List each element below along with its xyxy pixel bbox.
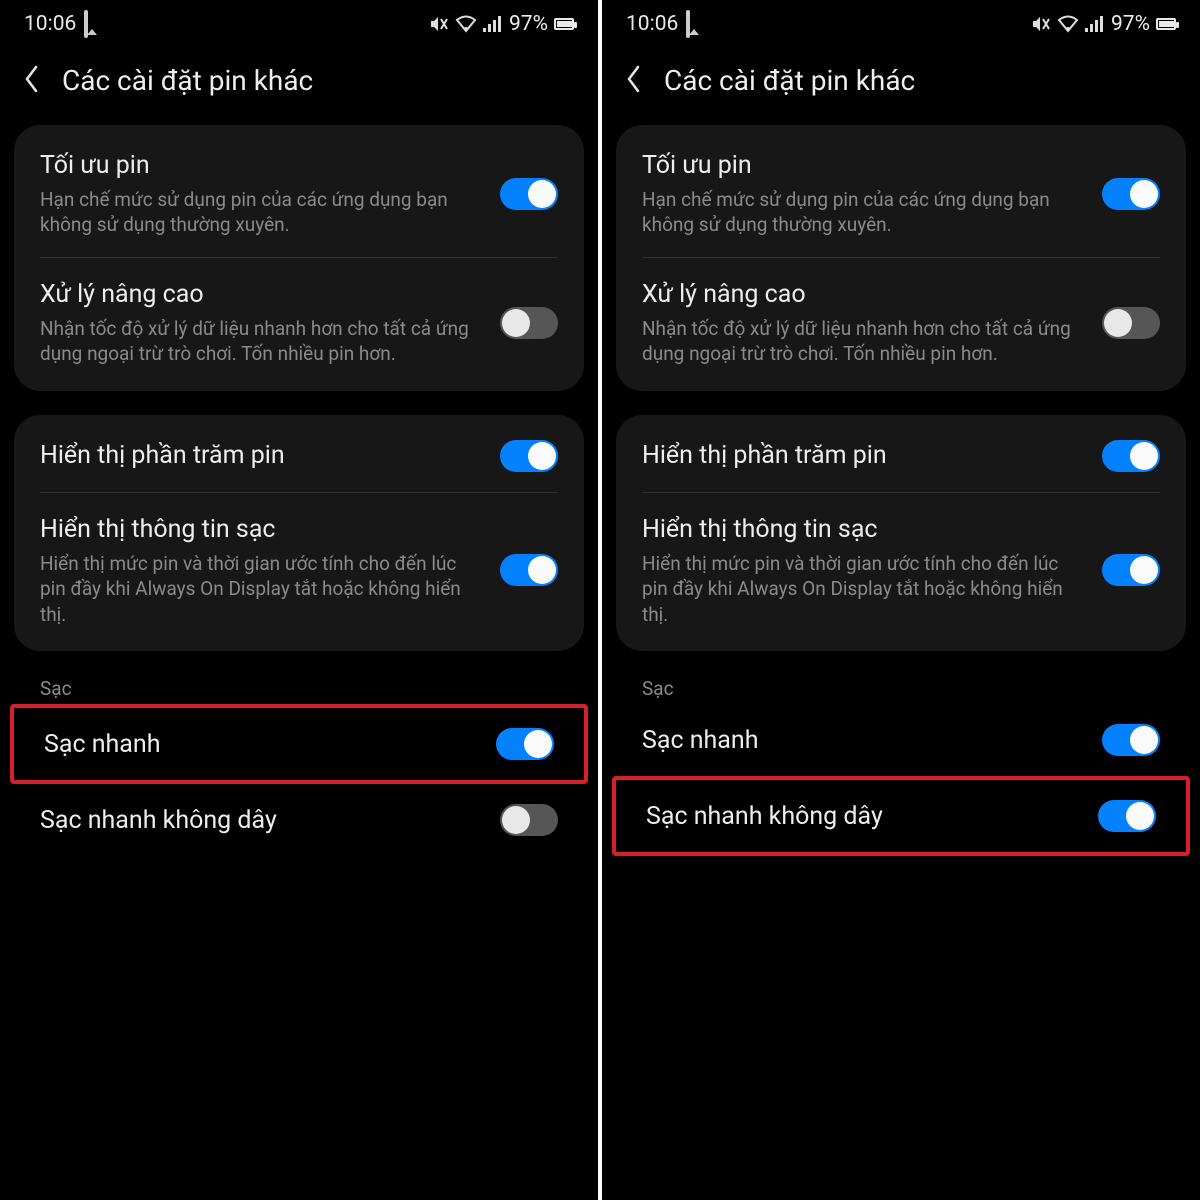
wifi-icon [1057, 15, 1079, 33]
status-time: 10:06 [24, 12, 76, 36]
show-percentage-toggle[interactable] [1102, 440, 1160, 472]
wireless-fast-charging-toggle[interactable] [1098, 800, 1156, 832]
page-header: Các cài đặt pin khác [602, 42, 1200, 125]
page-title: Các cài đặt pin khác [664, 64, 915, 97]
show-percentage-row[interactable]: Hiển thị phần trăm pin [14, 419, 584, 493]
signal-icon [483, 16, 503, 32]
settings-group-1: Tối ưu pin Hạn chế mức sử dụng pin của c… [616, 125, 1186, 391]
fast-charging-row[interactable]: Sạc nhanh [602, 704, 1200, 776]
battery-optimize-toggle[interactable] [500, 178, 558, 210]
settings-group-2: Hiển thị phần trăm pin Hiển thị thông ti… [616, 415, 1186, 651]
battery-optimize-row[interactable]: Tối ưu pin Hạn chế mức sử dụng pin của c… [616, 129, 1186, 258]
charging-section-label: Sạc [0, 675, 598, 704]
row-desc: Hạn chế mức sử dụng pin của các ứng dụng… [40, 187, 480, 238]
show-charging-info-row[interactable]: Hiển thị thông tin sạc Hiển thị mức pin … [14, 493, 584, 648]
battery-optimize-toggle[interactable] [1102, 178, 1160, 210]
show-charging-info-row[interactable]: Hiển thị thông tin sạc Hiển thị mức pin … [616, 493, 1186, 648]
row-title: Xử lý nâng cao [40, 278, 480, 312]
advanced-processing-toggle[interactable] [1102, 307, 1160, 339]
show-charging-info-toggle[interactable] [1102, 554, 1160, 586]
screenshot-right: 10:06 97% Các cài đặt pin khác Tối ưu pi… [602, 0, 1200, 1200]
charging-section-label: Sạc [602, 675, 1200, 704]
row-title: Sạc nhanh không dây [40, 806, 277, 835]
back-icon[interactable] [626, 65, 642, 97]
row-desc: Hiển thị mức pin và thời gian ước tính c… [642, 551, 1082, 628]
settings-group-1: Tối ưu pin Hạn chế mức sử dụng pin của c… [14, 125, 584, 391]
row-desc: Nhận tốc độ xử lý dữ liệu nhanh hơn cho … [40, 316, 480, 367]
show-charging-info-toggle[interactable] [500, 554, 558, 586]
row-title: Tối ưu pin [642, 149, 1082, 183]
picture-icon [686, 12, 690, 36]
wireless-fast-charging-toggle[interactable] [500, 804, 558, 836]
row-title: Hiển thị thông tin sạc [642, 513, 1082, 547]
picture-icon [84, 12, 88, 36]
highlight-box: Sạc nhanh [10, 704, 588, 784]
wifi-icon [455, 15, 477, 33]
battery-optimize-row[interactable]: Tối ưu pin Hạn chế mức sử dụng pin của c… [14, 129, 584, 258]
status-bar: 10:06 97% [602, 0, 1200, 42]
settings-group-2: Hiển thị phần trăm pin Hiển thị thông ti… [14, 415, 584, 651]
advanced-processing-toggle[interactable] [500, 307, 558, 339]
page-header: Các cài đặt pin khác [0, 42, 598, 125]
highlight-box: Sạc nhanh không dây [612, 776, 1190, 856]
wireless-fast-charging-row[interactable]: Sạc nhanh không dây [0, 784, 598, 856]
row-title: Hiển thị phần trăm pin [40, 439, 480, 473]
screenshot-left: 10:06 97% Các cài đặt pin khác Tối ưu pi… [0, 0, 598, 1200]
fast-charging-toggle[interactable] [496, 728, 554, 760]
battery-percent: 97% [509, 12, 548, 36]
row-title: Tối ưu pin [40, 149, 480, 183]
mute-icon [429, 15, 449, 33]
row-title: Hiển thị phần trăm pin [642, 439, 1082, 473]
battery-icon [554, 18, 574, 30]
row-title: Sạc nhanh [642, 726, 758, 755]
show-percentage-toggle[interactable] [500, 440, 558, 472]
battery-percent: 97% [1111, 12, 1150, 36]
signal-icon [1085, 16, 1105, 32]
wireless-fast-charging-row[interactable]: Sạc nhanh không dây [616, 780, 1186, 852]
row-desc: Nhận tốc độ xử lý dữ liệu nhanh hơn cho … [642, 316, 1082, 367]
battery-icon [1156, 18, 1176, 30]
advanced-processing-row[interactable]: Xử lý nâng cao Nhận tốc độ xử lý dữ liệu… [616, 258, 1186, 387]
mute-icon [1031, 15, 1051, 33]
back-icon[interactable] [24, 65, 40, 97]
row-title: Sạc nhanh không dây [646, 802, 883, 831]
fast-charging-row[interactable]: Sạc nhanh [14, 708, 584, 780]
advanced-processing-row[interactable]: Xử lý nâng cao Nhận tốc độ xử lý dữ liệu… [14, 258, 584, 387]
row-desc: Hiển thị mức pin và thời gian ước tính c… [40, 551, 480, 628]
row-title: Hiển thị thông tin sạc [40, 513, 480, 547]
row-title: Sạc nhanh [44, 730, 160, 759]
row-title: Xử lý nâng cao [642, 278, 1082, 312]
page-title: Các cài đặt pin khác [62, 64, 313, 97]
status-bar: 10:06 97% [0, 0, 598, 42]
show-percentage-row[interactable]: Hiển thị phần trăm pin [616, 419, 1186, 493]
status-time: 10:06 [626, 12, 678, 36]
row-desc: Hạn chế mức sử dụng pin của các ứng dụng… [642, 187, 1082, 238]
fast-charging-toggle[interactable] [1102, 724, 1160, 756]
